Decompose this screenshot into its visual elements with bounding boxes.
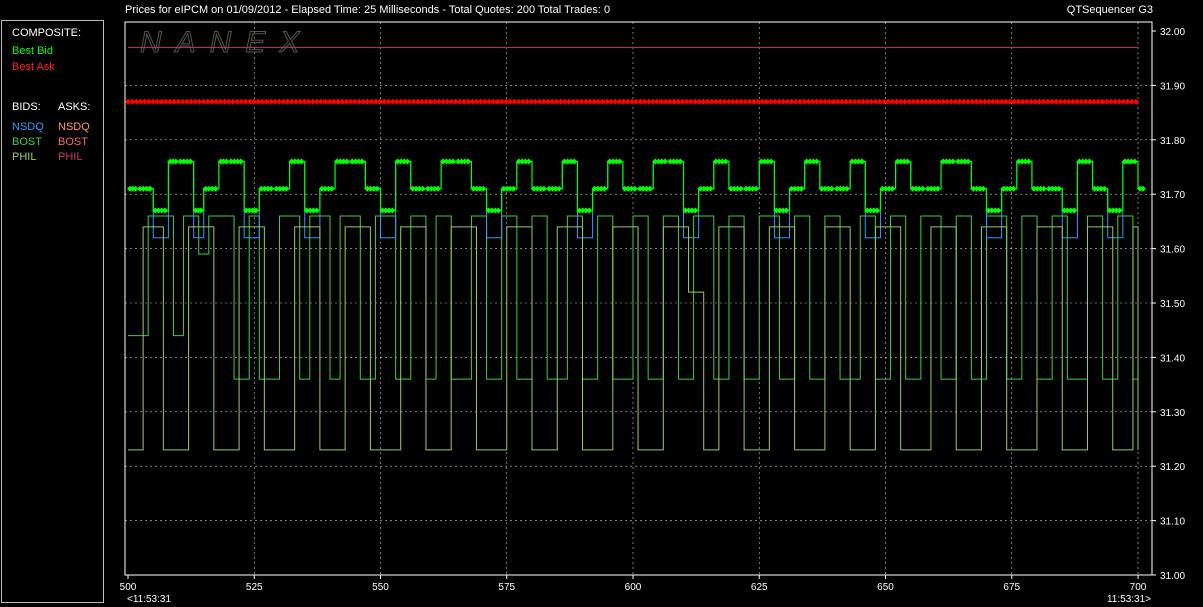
x-tick-label: 700 xyxy=(1130,582,1147,593)
best-bid-marker xyxy=(449,158,456,165)
best-bid-marker xyxy=(1010,185,1017,192)
best-bid-marker xyxy=(540,185,547,192)
best-bid-marker xyxy=(313,207,320,214)
best-bid-marker xyxy=(389,207,396,214)
y-tick-label: 31.80 xyxy=(1160,136,1185,147)
best-bid-marker xyxy=(419,185,426,192)
best-bid-marker xyxy=(525,158,532,165)
x-tick-label: 625 xyxy=(751,582,768,593)
best-bid-marker xyxy=(828,185,835,192)
best-bid-marker xyxy=(949,158,956,165)
best-bid-marker xyxy=(692,207,699,214)
y-tick-label: 31.40 xyxy=(1160,353,1185,364)
best-bid-marker xyxy=(1101,185,1108,192)
best-bid-marker xyxy=(268,185,275,192)
best-bid-marker xyxy=(874,207,881,214)
best-bid-marker xyxy=(1086,158,1093,165)
best-bid-marker xyxy=(283,185,290,192)
best-bid-marker xyxy=(1071,207,1078,214)
best-bid-marker xyxy=(359,158,366,165)
best-bid-marker xyxy=(662,158,669,165)
y-tick-label: 31.50 xyxy=(1160,299,1185,310)
y-tick-label: 31.20 xyxy=(1160,462,1185,473)
best-bid-marker xyxy=(253,207,260,214)
y-tick-label: 31.30 xyxy=(1160,408,1185,419)
best-bid-marker xyxy=(965,158,972,165)
best-bid-marker xyxy=(343,158,350,165)
best-bid-marker xyxy=(934,185,941,192)
best-bid-marker xyxy=(480,185,487,192)
best-bid-marker xyxy=(146,185,153,192)
best-bid-marker xyxy=(1140,185,1146,192)
y-tick-label: 31.00 xyxy=(1160,571,1185,582)
y-tick-label: 31.90 xyxy=(1160,81,1185,92)
best-bid-marker xyxy=(374,185,381,192)
x-tick-label: 525 xyxy=(246,582,263,593)
best-bid-marker xyxy=(752,185,759,192)
best-bid-marker xyxy=(1116,207,1123,214)
best-bid-marker xyxy=(843,185,850,192)
best-bid-marker xyxy=(798,185,805,192)
best-bid-marker xyxy=(707,185,714,192)
best-bid-marker xyxy=(601,185,608,192)
best-bid-marker xyxy=(1055,185,1062,192)
x-tick-label: 500 xyxy=(120,582,137,593)
x-tick-label: 650 xyxy=(877,582,894,593)
best-bid-marker xyxy=(434,185,441,192)
best-bid-marker xyxy=(919,185,926,192)
best-bid-marker xyxy=(298,158,305,165)
best-bid-marker xyxy=(510,185,517,192)
best-bid-marker xyxy=(212,185,219,192)
x-tick-label: 550 xyxy=(372,582,389,593)
best-bid-marker xyxy=(783,207,790,214)
y-tick-label: 31.10 xyxy=(1160,517,1185,528)
best-bid-marker xyxy=(404,158,411,165)
best-bid-marker xyxy=(571,158,578,165)
best-bid-marker xyxy=(768,158,775,165)
x-tick-label: 600 xyxy=(625,582,642,593)
watermark: NANEX xyxy=(140,26,313,59)
best-bid-marker xyxy=(722,158,729,165)
x-tick-label: 675 xyxy=(1003,582,1020,593)
best-bid-marker xyxy=(162,207,169,214)
best-bid-marker xyxy=(813,158,820,165)
best-bid-marker xyxy=(495,207,502,214)
y-tick-label: 31.70 xyxy=(1160,190,1185,201)
best-bid-marker xyxy=(980,185,987,192)
best-bid-marker xyxy=(616,158,623,165)
series-line-bost-bid xyxy=(128,215,1138,380)
best-bid-marker xyxy=(465,158,472,165)
best-bid-marker xyxy=(995,207,1002,214)
end-time-label: 11:53:31> xyxy=(1107,594,1151,605)
best-bid-marker xyxy=(237,158,244,165)
best-bid-marker xyxy=(631,185,638,192)
y-tick-label: 31.60 xyxy=(1160,245,1185,256)
best-bid-marker xyxy=(1025,158,1032,165)
best-bid-marker xyxy=(737,185,744,192)
start-time-label: <11:53:31 xyxy=(127,594,171,605)
y-tick-label: 32.00 xyxy=(1160,27,1185,38)
best-bid-marker xyxy=(889,185,896,192)
best-bid-marker xyxy=(904,158,911,165)
best-bid-marker xyxy=(646,185,653,192)
x-tick-label: 575 xyxy=(498,582,515,593)
best-bid-marker xyxy=(677,158,684,165)
best-bid-marker xyxy=(1131,158,1138,165)
best-bid-marker xyxy=(1040,185,1047,192)
best-bid-marker xyxy=(328,185,335,192)
best-bid-marker xyxy=(586,207,593,214)
best-bid-marker xyxy=(556,185,563,192)
best-bid-marker xyxy=(859,158,866,165)
best-bid-marker xyxy=(187,158,194,165)
price-chart: NANEX 31.00 31.10 31.20 31.30 31.40 31.50 31.6… xyxy=(120,21,1185,605)
